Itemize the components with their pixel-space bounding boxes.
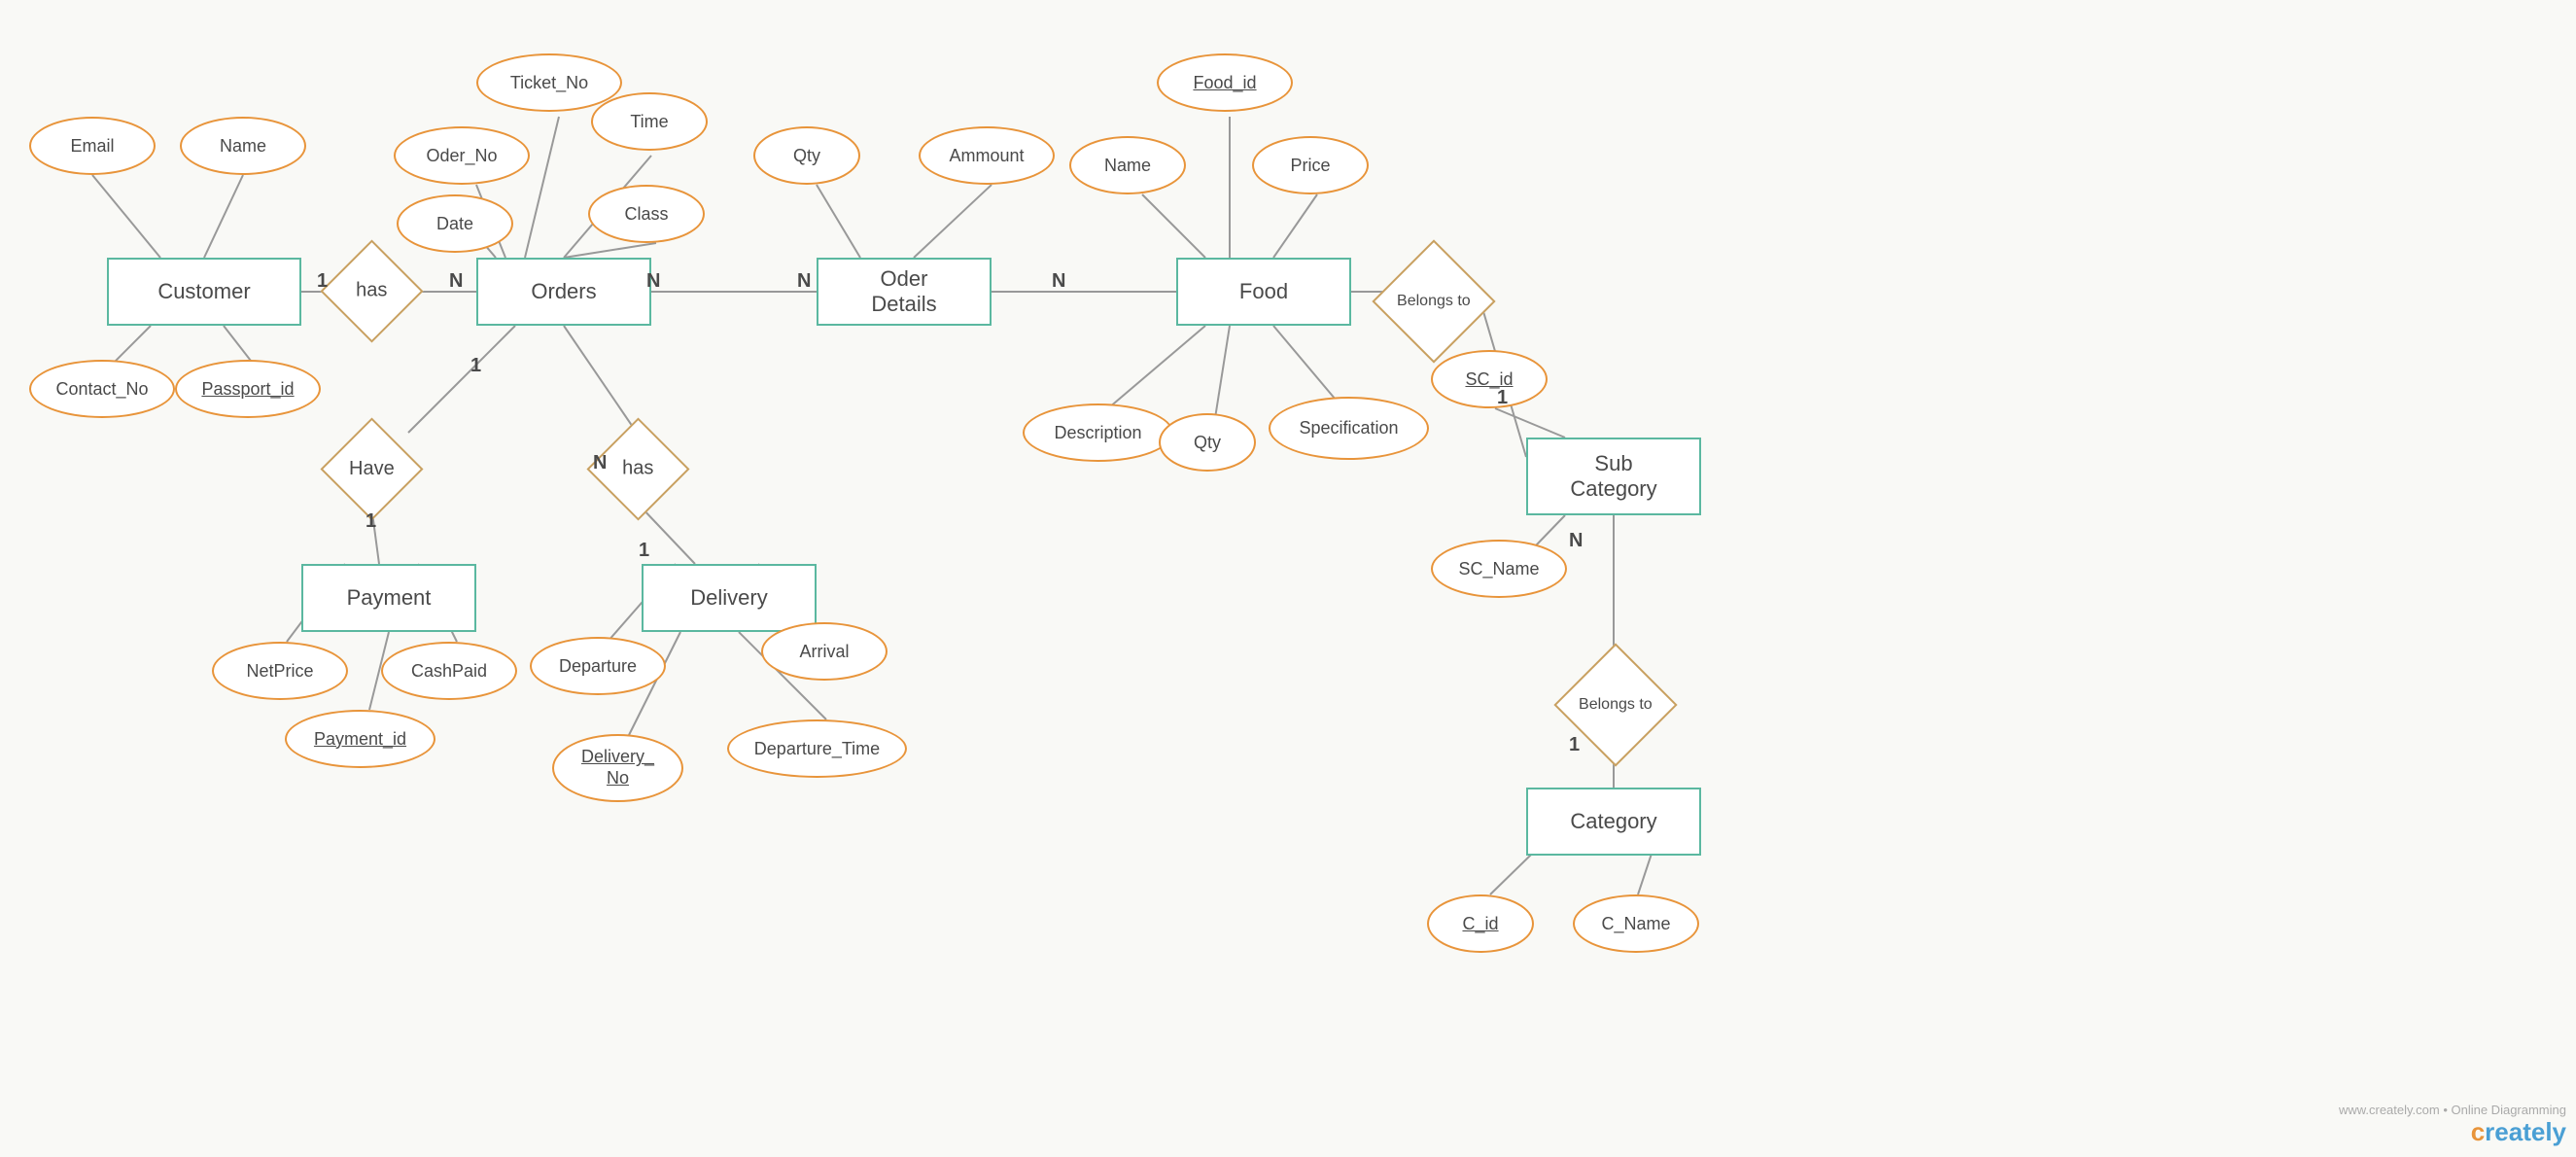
entity-sub-category: SubCategory bbox=[1526, 438, 1701, 515]
cardinality-n-has2-delivery: 1 bbox=[639, 540, 649, 562]
attr-date: Date bbox=[397, 194, 513, 253]
cardinality-1-belongs2-cat: 1 bbox=[1569, 734, 1580, 756]
attr-qty-food: Qty bbox=[1159, 413, 1256, 472]
cardinality-n-food-belongs: N bbox=[1052, 270, 1065, 293]
cardinality-1-orders-have: 1 bbox=[470, 355, 481, 377]
cardinality-n-oder-food: N bbox=[797, 270, 811, 293]
attr-sc-name: SC_Name bbox=[1431, 540, 1567, 598]
attr-email: Email bbox=[29, 117, 156, 175]
attr-description: Description bbox=[1023, 403, 1173, 462]
attr-name-food: Name bbox=[1069, 136, 1186, 194]
attr-specification: Specification bbox=[1269, 397, 1429, 460]
attr-qty-oder: Qty bbox=[753, 126, 860, 185]
attr-price: Price bbox=[1252, 136, 1369, 194]
cardinality-1-customer-has: 1 bbox=[317, 270, 328, 293]
entity-orders: Orders bbox=[476, 258, 651, 326]
cardinality-n-has-orders: N bbox=[449, 270, 463, 293]
entity-payment: Payment bbox=[301, 564, 476, 632]
attr-c-name: C_Name bbox=[1573, 894, 1699, 953]
entity-delivery: Delivery bbox=[642, 564, 817, 632]
attr-passport-id: Passport_id bbox=[175, 360, 321, 418]
attr-ammount: Ammount bbox=[919, 126, 1055, 185]
cardinality-n-orders-has2: N bbox=[593, 452, 607, 474]
attr-departure-time: Departure_Time bbox=[727, 719, 907, 778]
attr-payment-id: Payment_id bbox=[285, 710, 435, 768]
watermark-line1: www.creately.com • Online Diagramming bbox=[2339, 1103, 2566, 1117]
attr-class: Class bbox=[588, 185, 705, 243]
entity-oder-details: OderDetails bbox=[817, 258, 992, 326]
attr-net-price: NetPrice bbox=[212, 642, 348, 700]
attr-sc-id: SC_id bbox=[1431, 350, 1548, 408]
attr-ticket-no: Ticket_No bbox=[476, 53, 622, 112]
cardinality-n-sub-belongs2: N bbox=[1569, 530, 1583, 552]
attr-departure: Departure bbox=[530, 637, 666, 695]
cardinality-n-belongs-sub: 1 bbox=[1497, 387, 1508, 409]
attr-contact-no: Contact_No bbox=[29, 360, 175, 418]
attr-cash-paid: CashPaid bbox=[381, 642, 517, 700]
attr-food-id: Food_id bbox=[1157, 53, 1293, 112]
cardinality-n-orders-oder: N bbox=[646, 270, 660, 293]
attr-oder-no: Oder_No bbox=[394, 126, 530, 185]
entity-category: Category bbox=[1526, 788, 1701, 856]
attr-c-id: C_id bbox=[1427, 894, 1534, 953]
attr-arrival: Arrival bbox=[761, 622, 888, 681]
watermark-brand: creately bbox=[2339, 1117, 2566, 1147]
attr-delivery-no: Delivery_No bbox=[552, 734, 683, 802]
cardinality-n-have-payment: 1 bbox=[366, 510, 376, 533]
attr-name-customer: Name bbox=[180, 117, 306, 175]
entity-customer: Customer bbox=[107, 258, 301, 326]
attr-time: Time bbox=[591, 92, 708, 151]
watermark: www.creately.com • Online Diagramming cr… bbox=[2339, 1103, 2566, 1147]
entity-food: Food bbox=[1176, 258, 1351, 326]
